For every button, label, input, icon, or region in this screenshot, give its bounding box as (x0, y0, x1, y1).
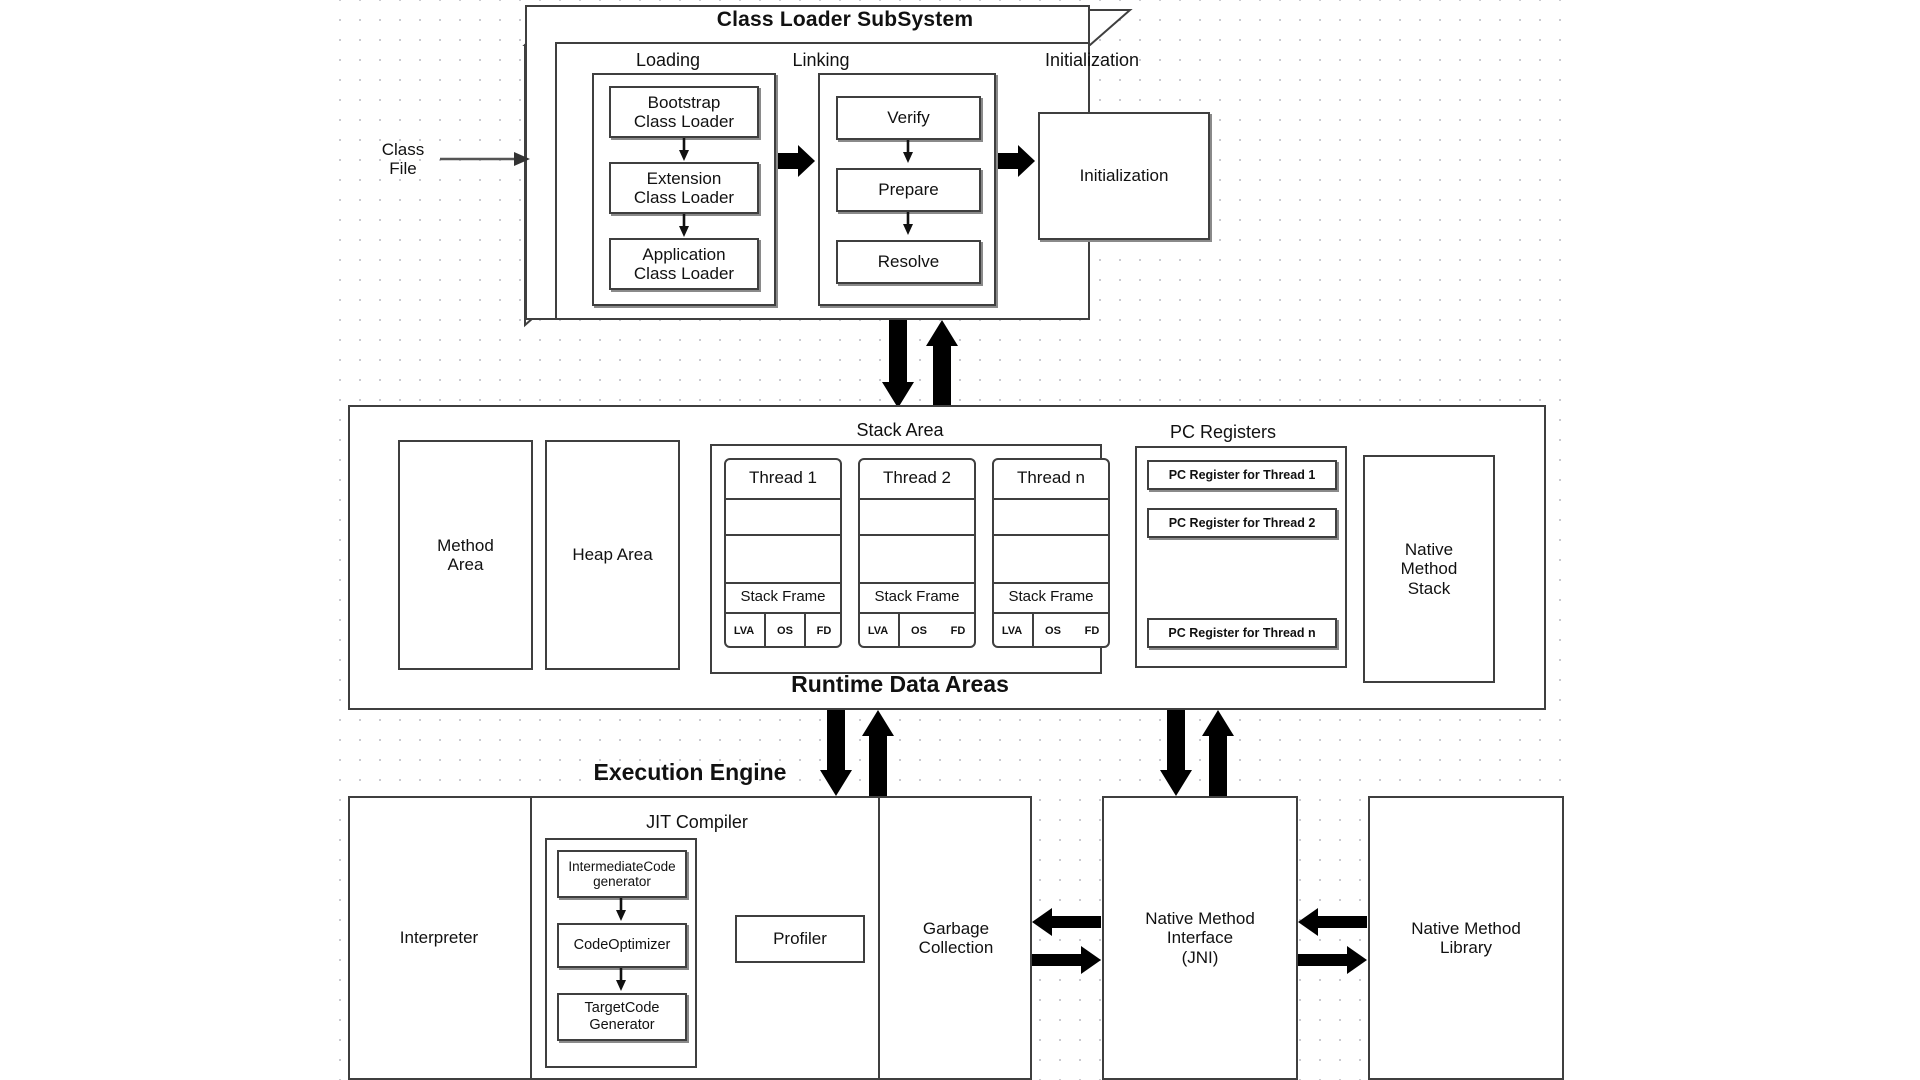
linking-to-initialization-arrow-icon (998, 145, 1035, 177)
resolve-node: Resolve (836, 240, 981, 284)
bootstrap-class-loader-node: Bootstrap Class Loader (609, 86, 759, 138)
pc-register-thread-2: PC Register for Thread 2 (1147, 508, 1337, 538)
thread-n-divider-1 (992, 498, 1110, 500)
thread-2-cell-lva: LVA (867, 624, 889, 637)
initialization-section-title: Initialization (1044, 50, 1140, 70)
interpreter-divider (530, 796, 532, 1080)
loading-arrow-1-icon (679, 138, 689, 161)
engine-to-runtime-up-arrow-icon (862, 710, 894, 796)
thread-1-cell-lva: LVA (733, 624, 755, 637)
class-file-arrow-icon (440, 152, 530, 166)
loading-arrow-2-icon (679, 214, 689, 237)
linking-arrow-1-icon (903, 140, 913, 163)
thread-1-name: Thread 1 (748, 468, 818, 488)
heap-area-box: Heap Area (545, 440, 680, 670)
native-method-stack-box: Native Method Stack (1363, 455, 1495, 683)
garbage-collection-box: Garbage Collection (918, 918, 994, 957)
thread-1-cell-os: OS (777, 624, 793, 637)
thread-2-divider-2 (858, 534, 976, 536)
pc-register-thread-1: PC Register for Thread 1 (1147, 460, 1337, 490)
linking-arrow-2-icon (903, 212, 913, 235)
extension-class-loader-node: Extension Class Loader (609, 162, 759, 214)
stack-area-title: Stack Area (856, 420, 944, 440)
thread-2-cell-os: OS (911, 624, 927, 637)
gc-to-jni-right-arrow-icon (1032, 946, 1101, 974)
class-loader-subsystem-title: Class Loader SubSystem (716, 8, 974, 31)
jni-to-runtime-up-arrow-icon (1202, 710, 1234, 796)
thread-2-divider-1 (858, 498, 976, 500)
loading-to-linking-arrow-icon (778, 145, 815, 177)
diagram-canvas: Class Loader SubSystem Loading Bootstrap… (0, 0, 1920, 1080)
target-code-generator-node: TargetCode Generator (557, 993, 687, 1041)
thread-1-stack-frame-label: Stack Frame (740, 588, 826, 606)
execution-engine-title: Execution Engine (593, 759, 787, 785)
thread-n-name: Thread n (1016, 468, 1086, 488)
library-to-jni-left-arrow-icon (1298, 908, 1367, 936)
thread-2-stack-frame-label: Stack Frame (874, 588, 960, 606)
initialization-node: Initialization (1038, 112, 1210, 240)
thread-1-divider-1 (724, 498, 842, 500)
code-optimizer-node: CodeOptimizer (557, 923, 687, 968)
jni-to-library-right-arrow-icon (1298, 946, 1367, 974)
jit-compiler-title: JIT Compiler (646, 812, 748, 832)
thread-n-stack-frame-label: Stack Frame (1008, 588, 1094, 606)
thread-n-cell-os: OS (1045, 624, 1061, 637)
runtime-to-loader-up-arrow-icon (926, 320, 958, 408)
pc-register-thread-n: PC Register for Thread n (1147, 618, 1337, 648)
prepare-node: Prepare (836, 168, 981, 212)
thread-n-cell-fd: FD (1084, 624, 1100, 637)
thread-1-cell-fd: FD (816, 624, 832, 637)
jni-to-gc-left-arrow-icon (1032, 908, 1101, 936)
jit-arrow-2-icon (616, 968, 626, 991)
intermediate-code-generator-node: IntermediateCode generator (557, 850, 687, 898)
jit-arrow-1-icon (616, 898, 626, 921)
verify-node: Verify (836, 96, 981, 140)
profiler-node: Profiler (735, 915, 865, 963)
thread-1-divider-2 (724, 534, 842, 536)
native-method-library-box: Native Method Library (1368, 796, 1564, 1080)
interpreter-box: Interpreter (399, 928, 479, 948)
thread-2-name: Thread 2 (882, 468, 952, 488)
runtime-data-areas-title: Runtime Data Areas (791, 671, 1009, 697)
linking-section-title: Linking (792, 50, 850, 70)
application-class-loader-node: Application Class Loader (609, 238, 759, 290)
thread-n-divider-2 (992, 534, 1110, 536)
thread-2-cell-fd: FD (950, 624, 966, 637)
loader-to-runtime-down-arrow-icon (882, 320, 914, 408)
method-area-box: Method Area (398, 440, 533, 670)
runtime-to-jni-down-arrow-icon (1160, 710, 1192, 796)
pc-registers-title: PC Registers (1169, 422, 1277, 442)
native-method-interface-box: Native Method Interface (JNI) (1102, 796, 1298, 1080)
thread-n-cell-lva: LVA (1001, 624, 1023, 637)
